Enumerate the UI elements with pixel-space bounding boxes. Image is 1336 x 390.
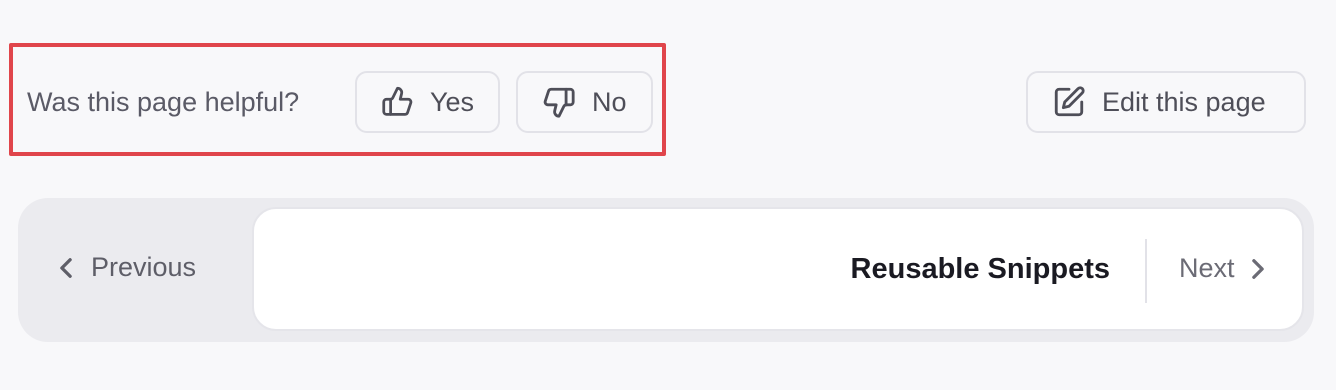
chevron-left-icon	[60, 257, 72, 278]
next-page-title: Reusable Snippets	[850, 253, 1110, 285]
edit-page-button[interactable]: Edit this page	[1026, 71, 1306, 133]
next-link[interactable]: Next	[1179, 253, 1267, 284]
divider	[1145, 239, 1147, 303]
next-label: Next	[1179, 253, 1235, 283]
previous-link[interactable]: Previous	[57, 252, 196, 283]
thumbs-down-icon	[543, 87, 575, 118]
next-page-card[interactable]: Reusable Snippets Next	[252, 207, 1304, 331]
no-button[interactable]: No	[516, 71, 653, 133]
feedback-question: Was this page helpful?	[27, 87, 300, 117]
yes-button[interactable]: Yes	[355, 71, 500, 133]
yes-label: Yes	[429, 86, 474, 117]
thumbs-up-icon	[382, 86, 413, 116]
edit-pencil-icon	[1054, 86, 1085, 117]
edit-page-label: Edit this page	[1102, 86, 1266, 117]
previous-label: Previous	[91, 252, 197, 282]
chevron-right-icon	[1251, 258, 1264, 279]
no-label: No	[592, 86, 627, 117]
